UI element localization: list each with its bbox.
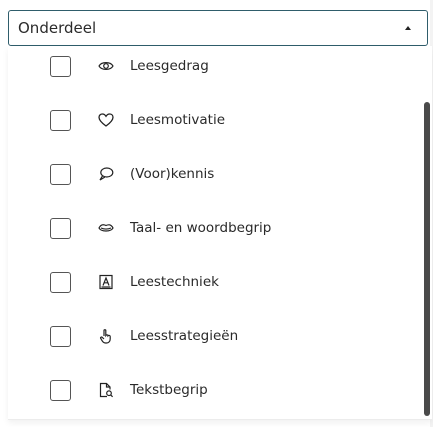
lips-icon xyxy=(97,219,115,237)
speech-bubble-icon xyxy=(97,165,115,183)
checkbox[interactable] xyxy=(50,325,71,347)
option-label: Leesstrategieën xyxy=(130,328,239,344)
option-leesstrategieen[interactable]: Leesstrategieën xyxy=(8,309,432,363)
option-taal-en-woordbegrip[interactable]: Taal- en woordbegrip xyxy=(8,201,432,255)
option-label: Leesgedrag xyxy=(130,58,209,74)
option-label: Leestechniek xyxy=(130,274,219,290)
checkbox[interactable] xyxy=(50,379,71,401)
dropdown-panel: Leesgedrag Leesmotivatie (Voor)kennis Ta… xyxy=(8,46,432,420)
checkbox[interactable] xyxy=(50,55,71,77)
heart-icon xyxy=(97,111,115,129)
option-leestechniek[interactable]: Leestechniek xyxy=(8,255,432,309)
onderdeel-select[interactable]: Onderdeel xyxy=(8,10,428,46)
option-leesmotivatie[interactable]: Leesmotivatie xyxy=(8,93,432,147)
eye-icon xyxy=(97,57,115,75)
option-label: Tekstbegrip xyxy=(130,382,208,398)
scrollbar-thumb[interactable] xyxy=(424,102,430,416)
option-tekstbegrip[interactable]: Tekstbegrip xyxy=(8,363,432,417)
checkbox[interactable] xyxy=(50,217,71,239)
scrollbar-track[interactable] xyxy=(424,46,432,419)
caret-up-icon[interactable] xyxy=(405,26,411,30)
option-label: Leesmotivatie xyxy=(130,112,225,128)
option-label: (Voor)kennis xyxy=(130,166,215,182)
option-label: Taal- en woordbegrip xyxy=(130,220,272,236)
checkbox[interactable] xyxy=(50,271,71,293)
checkbox[interactable] xyxy=(50,163,71,185)
document-search-icon xyxy=(97,381,115,399)
option-leesgedrag[interactable]: Leesgedrag xyxy=(8,46,432,93)
select-label: Onderdeel xyxy=(18,19,97,37)
checkbox[interactable] xyxy=(50,109,71,131)
option-voorkennis[interactable]: (Voor)kennis xyxy=(8,147,432,201)
letter-card-icon xyxy=(97,273,115,291)
pointing-hand-icon xyxy=(97,327,115,345)
